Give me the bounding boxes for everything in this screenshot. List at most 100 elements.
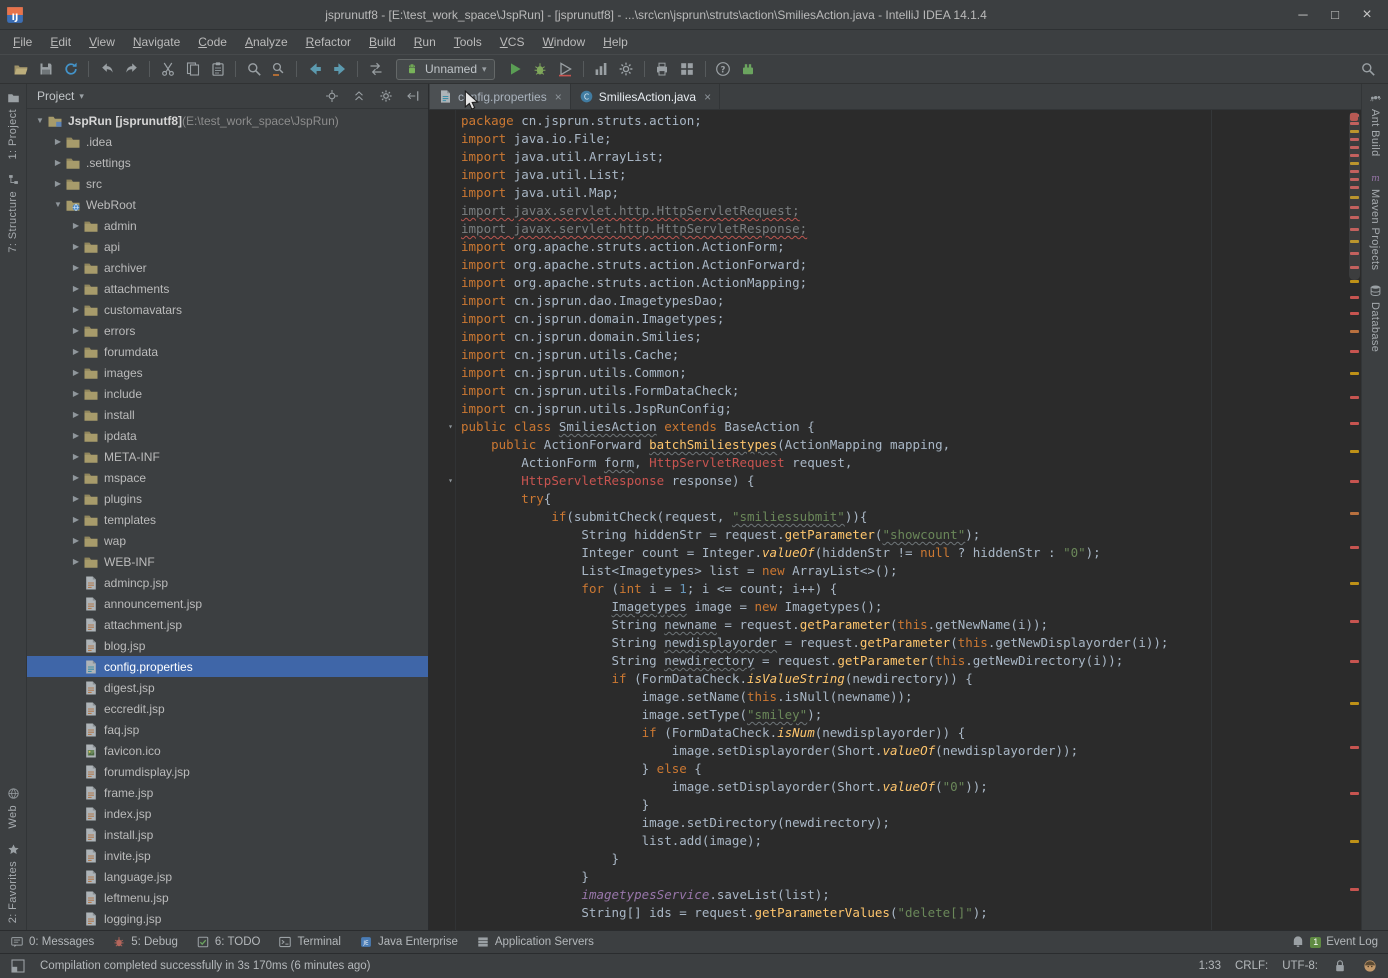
find-button[interactable] [241,57,266,81]
compare-button[interactable] [363,57,388,81]
lock-icon[interactable] [1332,958,1348,974]
tree-item-jsprun-jsprunutf8[interactable]: ▼JspRun [jsprunutf8] (E:\test_work_space… [27,110,428,131]
tree-item-errors[interactable]: ▶errors [27,320,428,341]
hector-inspector-icon[interactable] [1362,958,1378,974]
toolwindow-button-terminal[interactable]: Terminal [278,935,340,949]
tree-item-api[interactable]: ▶api [27,236,428,257]
menu-item-analyze[interactable]: Analyze [236,32,297,52]
tree-item-templates[interactable]: ▶templates [27,509,428,530]
tree-item-.idea[interactable]: ▶.idea [27,131,428,152]
tree-item-customavatars[interactable]: ▶customavatars [27,299,428,320]
tool-button-database[interactable]: Database [1369,277,1382,359]
settings-button[interactable] [614,57,639,81]
tree-item-include[interactable]: ▶include [27,383,428,404]
tree-item-blog.jsp[interactable]: blog.jsp [27,635,428,656]
tree-item-favicon.ico[interactable]: favicon.ico [27,740,428,761]
maximize-button[interactable]: □ [1320,4,1350,26]
run-configuration-select[interactable]: Unnamed▾ [396,59,495,80]
toolwindow-button-0-messages[interactable]: 0: Messages [10,935,94,949]
tree-item-frame.jsp[interactable]: frame.jsp [27,782,428,803]
tree-item-plugins[interactable]: ▶plugins [27,488,428,509]
tree-item-leftmenu.jsp[interactable]: leftmenu.jsp [27,887,428,908]
copy-button[interactable] [180,57,205,81]
undo-button[interactable] [94,57,119,81]
menu-item-file[interactable]: File [4,32,41,52]
line-separator-widget[interactable]: CRLF: [1235,960,1268,972]
profile-button[interactable] [589,57,614,81]
tree-item-faq.jsp[interactable]: faq.jsp [27,719,428,740]
tree-item-install.jsp[interactable]: install.jsp [27,824,428,845]
sync-button[interactable] [58,57,83,81]
run-button[interactable] [503,57,528,81]
collapse-all-button[interactable] [348,86,370,106]
tree-item-.settings[interactable]: ▶.settings [27,152,428,173]
stripe-mark[interactable] [1350,840,1359,843]
stripe-mark[interactable] [1350,312,1359,315]
close-tab-icon[interactable]: × [555,90,562,104]
forward-button[interactable] [327,57,352,81]
menu-item-tools[interactable]: Tools [445,32,491,52]
help-button[interactable]: ? [711,57,736,81]
tree-item-install[interactable]: ▶install [27,404,428,425]
open-button[interactable] [8,57,33,81]
coverage-button[interactable] [553,57,578,81]
tree-item-eccredit.jsp[interactable]: eccredit.jsp [27,698,428,719]
stripe-mark[interactable] [1350,546,1359,549]
tool-button-2-favorites[interactable]: 2: Favorites [7,836,20,930]
tree-item-wap[interactable]: ▶wap [27,530,428,551]
tool-button-maven-projects[interactable]: mMaven Projects [1369,164,1382,277]
tree-item-invite.jsp[interactable]: invite.jsp [27,845,428,866]
tree-item-logging.jsp[interactable]: logging.jsp [27,908,428,929]
toolwindow-button-5-debug[interactable]: 5: Debug [112,935,178,949]
tree-item-announcement.jsp[interactable]: announcement.jsp [27,593,428,614]
caret-position-widget[interactable]: 1:33 [1199,960,1221,972]
hide-panel-button[interactable] [402,86,424,106]
search-button[interactable] [1355,57,1380,81]
tree-item-digest.jsp[interactable]: digest.jsp [27,677,428,698]
tree-item-attachment.jsp[interactable]: attachment.jsp [27,614,428,635]
menu-item-code[interactable]: Code [189,32,236,52]
stripe-mark[interactable] [1350,888,1359,891]
menu-item-edit[interactable]: Edit [41,32,80,52]
stripe-mark[interactable] [1350,450,1359,453]
stripe-mark[interactable] [1350,280,1359,283]
tool-button-7-structure[interactable]: 7: Structure [7,166,20,260]
editor-tab-config.properties[interactable]: config.properties× [430,84,571,109]
cut-button[interactable] [155,57,180,81]
project-panel-title[interactable]: Project [37,89,74,103]
toolwindow-button-event-log[interactable]: 1Event Log [1291,935,1378,949]
fold-marker-icon[interactable]: ▾ [448,422,453,431]
tree-item-web-inf[interactable]: ▶WEB-INF [27,551,428,572]
menu-item-navigate[interactable]: Navigate [124,32,189,52]
back-button[interactable] [302,57,327,81]
tree-item-mspace[interactable]: ▶mspace [27,467,428,488]
save-button[interactable] [33,57,58,81]
stripe-mark[interactable] [1350,792,1359,795]
tool-button-web[interactable]: Web [7,780,20,836]
code-area[interactable]: package cn.jsprun.struts.action;import j… [457,110,1347,930]
tree-item-admin[interactable]: ▶admin [27,215,428,236]
stripe-mark[interactable] [1350,746,1359,749]
tree-item-forumdata[interactable]: ▶forumdata [27,341,428,362]
debug-button[interactable] [528,57,553,81]
tool-button-ant-build[interactable]: Ant Build [1369,84,1382,164]
toolwindow-button-application-servers[interactable]: Application Servers [476,935,594,949]
tree-item-forumdisplay.jsp[interactable]: forumdisplay.jsp [27,761,428,782]
tree-item-language.jsp[interactable]: language.jsp [27,866,428,887]
structure-button[interactable] [675,57,700,81]
tree-item-meta-inf[interactable]: ▶META-INF [27,446,428,467]
tree-item-admincp.jsp[interactable]: admincp.jsp [27,572,428,593]
close-tab-icon[interactable]: × [704,90,711,104]
tree-item-index.jsp[interactable]: index.jsp [27,803,428,824]
tree-item-archiver[interactable]: ▶archiver [27,257,428,278]
menu-item-view[interactable]: View [80,32,124,52]
redo-button[interactable] [119,57,144,81]
tree-item-ipdata[interactable]: ▶ipdata [27,425,428,446]
tree-item-webroot[interactable]: ▼WebRoot [27,194,428,215]
tree-item-config.properties[interactable]: config.properties [27,656,428,677]
menu-item-build[interactable]: Build [360,32,405,52]
stripe-mark[interactable] [1350,512,1359,515]
stripe-mark[interactable] [1350,350,1359,353]
stripe-mark[interactable] [1350,422,1359,425]
minimize-button[interactable]: ─ [1288,4,1318,26]
